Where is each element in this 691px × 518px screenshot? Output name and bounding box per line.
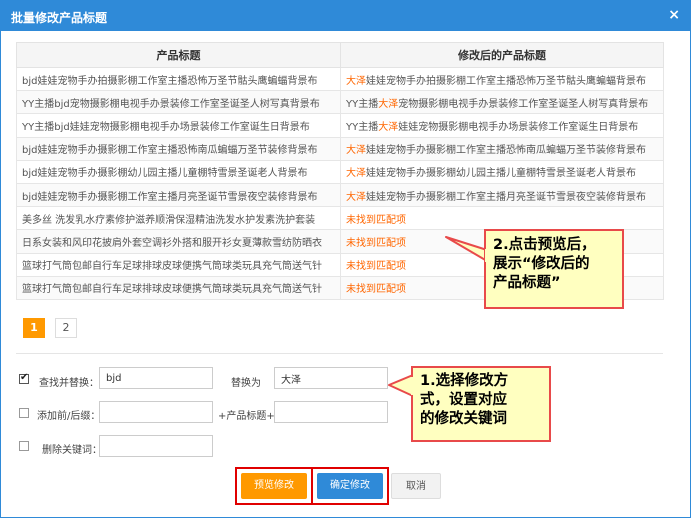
callout-options-text: 1.选择修改方 式，设置对应 的修改关键词 bbox=[420, 373, 509, 427]
close-icon[interactable]: × bbox=[668, 7, 680, 23]
prefix-suffix-label: 添加前/后缀： bbox=[37, 411, 101, 422]
table-row: bjd娃娃宠物手办摄影棚工作室主播恐怖南瓜蝙蝠万圣节装修背景布 大泽娃娃宠物手办摄… bbox=[16, 136, 664, 161]
original-title-cell: 美多丝 洗发乳水疗素修护滋养顺滑保湿精油洗发水护发素洗护套装 bbox=[16, 206, 341, 231]
page-2-button[interactable]: 2 bbox=[55, 318, 77, 338]
callout-select-method: 1.选择修改方 式，设置对应 的修改关键词 bbox=[411, 366, 551, 442]
title-suffix-text: 娃娃宠物手办摄影棚幼儿园主播儿童棚特雪景圣诞老人背景布 bbox=[366, 168, 636, 180]
no-match-text: 未找到匹配项 bbox=[346, 237, 406, 249]
cancel-button[interactable]: 取消 bbox=[391, 473, 441, 499]
replaced-keyword-text: 大泽 bbox=[346, 75, 366, 87]
preview-button[interactable]: 预览修改 bbox=[241, 473, 307, 499]
table-row: bjd娃娃宠物手办拍摄影棚工作室主播恐怖万圣节骷头鹰蝙蝠背景布 大泽娃娃宠物手办拍… bbox=[16, 66, 664, 92]
original-title-cell: bjd娃娃宠物手办摄影棚幼儿园主播儿童棚特雪景圣诞老人背景布 bbox=[16, 159, 341, 184]
header-original-title: 产品标题 bbox=[16, 42, 341, 68]
header-modified-title: 修改后的产品标题 bbox=[340, 42, 664, 68]
callout-preview-join bbox=[485, 249, 489, 262]
replace-with-label: 替换为 bbox=[231, 378, 261, 389]
delete-keyword-checkbox[interactable] bbox=[19, 441, 29, 451]
title-suffix-text: 娃娃宠物手办拍摄影棚工作室主播恐怖万圣节骷头鹰蝙蝠背景布 bbox=[366, 75, 646, 87]
callout-preview-text: 2.点击预览后， 展示“修改后的 产品标题” bbox=[493, 237, 596, 291]
title-prefix-text: YY主播 bbox=[346, 121, 379, 133]
dialog-title: 批量修改产品标题 bbox=[11, 11, 108, 25]
original-title-cell: YY主播bjd娃娃宠物摄影棚电视手办场景装修工作室诞生日背景布 bbox=[16, 113, 341, 138]
delete-keyword-label: 删除关键词： bbox=[42, 445, 102, 456]
title-prefix-text: YY主播 bbox=[346, 98, 379, 110]
plus-title-plus-label: +产品标题+ bbox=[218, 411, 275, 422]
find-replace-checkbox[interactable] bbox=[19, 372, 29, 384]
page-1-button[interactable]: 1 bbox=[23, 318, 45, 338]
original-title-cell: bjd娃娃宠物手办拍摄影棚工作室主播恐怖万圣节骷头鹰蝙蝠背景布 bbox=[16, 66, 341, 92]
no-match-text: 未找到匹配项 bbox=[346, 261, 406, 273]
modified-title-cell: 未找到匹配项 bbox=[340, 206, 664, 231]
replaced-keyword-text: 大泽 bbox=[346, 145, 366, 157]
modified-title-cell: YY主播大泽宠物摄影棚电视手办景装修工作室圣诞圣人树写真背景布 bbox=[340, 90, 664, 115]
modified-title-cell: 大泽娃娃宠物手办拍摄影棚工作室主播恐怖万圣节骷头鹰蝙蝠背景布 bbox=[340, 66, 664, 92]
callout-options-join bbox=[411, 377, 415, 395]
table-row: bjd娃娃宠物手办摄影棚工作室主播月亮圣诞节雪景夜空装修背景布 大泽娃娃宠物手办摄… bbox=[16, 182, 664, 208]
table-row: YY主播bjd宠物摄影棚电视手办景装修工作室圣诞圣人树写真背景布 YY主播大泽宠物… bbox=[16, 90, 664, 115]
table-row: 美多丝 洗发乳水疗素修护滋养顺滑保湿精油洗发水护发素洗护套装 未找到匹配项 bbox=[16, 206, 664, 231]
callout-preview-result: 2.点击预览后， 展示“修改后的 产品标题” bbox=[484, 229, 624, 309]
delete-keyword-input[interactable] bbox=[99, 435, 213, 457]
dialog-titlebar: 批量修改产品标题 × bbox=[1, 1, 690, 31]
original-title-cell: YY主播bjd宠物摄影棚电视手办景装修工作室圣诞圣人树写真背景布 bbox=[16, 90, 341, 115]
title-suffix-text: 娃娃宠物手办摄影棚工作室主播月亮圣诞节雪景夜空装修背景布 bbox=[366, 191, 646, 203]
original-title-cell: 篮球打气筒包邮自行车足球排球皮球便携气筒球类玩具充气筒送气针 bbox=[16, 275, 341, 300]
title-suffix-text: 宠物摄影棚电视手办景装修工作室圣诞圣人树写真背景布 bbox=[398, 98, 649, 110]
no-match-text: 未找到匹配项 bbox=[346, 284, 406, 296]
original-title-cell: 日系女装和风印花披肩外套空调衫外搭和服开衫女夏薄款雪纺防晒衣 bbox=[16, 229, 341, 254]
table-row: YY主播bjd娃娃宠物摄影棚电视手办场景装修工作室诞生日背景布 YY主播大泽娃娃宠… bbox=[16, 113, 664, 138]
prefix-suffix-checkbox[interactable] bbox=[19, 408, 29, 418]
find-input[interactable] bbox=[99, 367, 213, 389]
replaced-keyword-text: 大泽 bbox=[346, 191, 366, 203]
replaced-keyword-text: 大泽 bbox=[378, 98, 399, 110]
replaced-keyword-text: 大泽 bbox=[346, 168, 366, 180]
section-divider bbox=[16, 353, 663, 354]
modified-title-cell: YY主播大泽娃娃宠物摄影棚电视手办场景装修工作室诞生日背景布 bbox=[340, 113, 664, 138]
replace-input[interactable] bbox=[274, 367, 388, 389]
title-suffix-text: 娃娃宠物摄影棚电视手办场景装修工作室诞生日背景布 bbox=[398, 121, 639, 133]
prefix-input[interactable] bbox=[99, 401, 213, 423]
replaced-keyword-text: 大泽 bbox=[378, 121, 399, 133]
title-suffix-text: 娃娃宠物手办摄影棚工作室主播恐怖南瓜蝙蝠万圣节装修背景布 bbox=[366, 145, 646, 157]
suffix-input[interactable] bbox=[274, 401, 388, 423]
original-title-cell: 篮球打气筒包邮自行车足球排球皮球便携气筒球类玩具充气筒送气针 bbox=[16, 252, 341, 277]
confirm-button[interactable]: 确定修改 bbox=[317, 473, 383, 499]
original-title-cell: bjd娃娃宠物手办摄影棚工作室主播月亮圣诞节雪景夜空装修背景布 bbox=[16, 182, 341, 208]
modified-title-cell: 大泽娃娃宠物手办摄影棚工作室主播恐怖南瓜蝙蝠万圣节装修背景布 bbox=[340, 136, 664, 161]
table-header-row: 产品标题 修改后的产品标题 bbox=[16, 42, 664, 68]
no-match-text: 未找到匹配项 bbox=[346, 214, 406, 226]
modified-title-cell: 大泽娃娃宠物手办摄影棚幼儿园主播儿童棚特雪景圣诞老人背景布 bbox=[340, 159, 664, 184]
table-row: bjd娃娃宠物手办摄影棚幼儿园主播儿童棚特雪景圣诞老人背景布 大泽娃娃宠物手办摄影… bbox=[16, 159, 664, 184]
original-title-cell: bjd娃娃宠物手办摄影棚工作室主播恐怖南瓜蝙蝠万圣节装修背景布 bbox=[16, 136, 341, 161]
modified-title-cell: 大泽娃娃宠物手办摄影棚工作室主播月亮圣诞节雪景夜空装修背景布 bbox=[340, 182, 664, 208]
find-replace-label: 查找并替换： bbox=[39, 378, 99, 389]
